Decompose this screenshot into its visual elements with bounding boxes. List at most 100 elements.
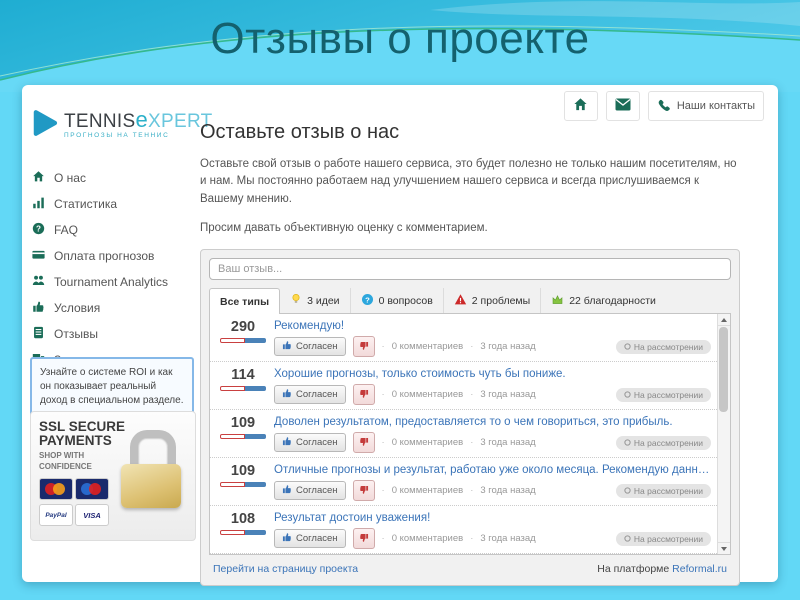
- tab-ideas[interactable]: 3 идеи: [280, 288, 349, 313]
- roi-info-box[interactable]: Узнайте о системе ROI и как он показывае…: [30, 357, 194, 417]
- platform-credit: На платформе Reformal.ru: [597, 563, 727, 575]
- vote-block: 109: [212, 462, 274, 487]
- credit-card-icon: [32, 248, 45, 264]
- agree-button[interactable]: Согласен: [274, 481, 346, 500]
- feedback-meta: Согласен · 0 комментариев · 3 года: [274, 432, 711, 453]
- agree-button[interactable]: Согласен: [274, 529, 346, 548]
- tab-all-types[interactable]: Все типы: [209, 288, 280, 314]
- status-badge: На рассмотрении: [616, 388, 711, 402]
- thumb-up-icon: [282, 388, 292, 401]
- status-badge: На рассмотрении: [616, 484, 711, 498]
- thumb-down-icon: [359, 339, 369, 354]
- feedback-row: 114 Хорошие прогнозы, только стоимость ч…: [210, 362, 717, 410]
- vote-count: 108: [212, 511, 274, 527]
- vote-block: 108: [212, 510, 274, 535]
- tab-questions[interactable]: ? 0 вопросов: [350, 288, 443, 313]
- sidebar-item-payment[interactable]: Оплата прогнозов: [30, 243, 195, 269]
- tab-label: 22 благодарности: [569, 295, 656, 307]
- tab-problems[interactable]: 2 проблемы: [443, 288, 540, 313]
- sidebar-item-faq[interactable]: ? FAQ: [30, 217, 195, 243]
- main-content: Оставьте отзыв о нас Оставьте свой отзыв…: [200, 121, 740, 586]
- play-triangle-icon: [30, 107, 60, 144]
- sidebar-item-about[interactable]: О нас: [30, 165, 195, 191]
- vote-bar-negative: [220, 482, 245, 487]
- tab-label: 3 идеи: [307, 295, 339, 307]
- visa-label: VISA: [83, 511, 101, 520]
- sidebar-item-reviews[interactable]: Отзывы: [30, 321, 195, 347]
- page-title: Оставьте отзыв о нас: [200, 121, 740, 144]
- tab-label: 0 вопросов: [379, 295, 433, 307]
- paypal-icon: PayPal: [39, 504, 73, 526]
- disagree-button[interactable]: [353, 384, 375, 405]
- logo-text: TENNISeXPERT ПРОГНОЗЫ НА ТЕННИС: [64, 107, 213, 139]
- feedback-meta: Согласен · 0 комментариев · 3 года: [274, 384, 711, 405]
- meta-separator: ·: [470, 341, 473, 352]
- thumb-down-icon: [359, 483, 369, 498]
- feedback-row: 109 Отличные прогнозы и результат, работ…: [210, 458, 717, 506]
- home-button[interactable]: [564, 91, 598, 121]
- feedback-title-link[interactable]: Хорошие прогнозы, только стоимость чуть …: [274, 367, 711, 381]
- feedback-title-link[interactable]: Рекомендую!: [274, 319, 711, 333]
- meta-separator: ·: [382, 533, 385, 544]
- vote-bar-positive: [245, 482, 266, 487]
- vote-bar-negative: [220, 338, 245, 343]
- feedback-title-link[interactable]: Результат достоин уважения!: [274, 511, 711, 525]
- roi-note-text: Узнайте о системе ROI и как он показывае…: [40, 367, 183, 406]
- thumb-down-icon: [359, 435, 369, 450]
- sidebar-item-statistics[interactable]: Статистика: [30, 191, 195, 217]
- project-page-link[interactable]: Перейти на страницу проекта: [213, 563, 358, 575]
- paypal-label: PayPal: [45, 512, 66, 519]
- site-logo[interactable]: TENNISeXPERT ПРОГНОЗЫ НА ТЕННИС: [30, 107, 213, 144]
- disagree-button[interactable]: [353, 480, 375, 501]
- scrollbar-thumb[interactable]: [719, 327, 728, 412]
- topbar: Наши контакты: [564, 91, 764, 121]
- question-circle-icon: ?: [32, 222, 45, 238]
- feedback-title-link[interactable]: Доволен результатом, предоставляется то …: [274, 415, 711, 429]
- feedback-title-link[interactable]: Отличные прогнозы и результат, работаю у…: [274, 463, 711, 477]
- disagree-button[interactable]: [353, 432, 375, 453]
- feedback-meta: Согласен · 0 комментариев · 3 года: [274, 480, 711, 501]
- padlock-icon: [121, 430, 185, 508]
- comments-count: 0 комментариев: [392, 341, 464, 352]
- scroll-down-arrow[interactable]: [718, 542, 730, 554]
- vote-count: 290: [212, 319, 274, 335]
- vote-count: 109: [212, 463, 274, 479]
- vote-bar-positive: [245, 434, 266, 439]
- intro-paragraph-2: Просим давать объективную оценку с комме…: [200, 220, 740, 237]
- sidebar-item-label: Статистика: [54, 197, 117, 211]
- agree-button-label: Согласен: [296, 533, 338, 544]
- sidebar-item-terms[interactable]: Условия: [30, 295, 195, 321]
- visa-icon: VISA: [75, 504, 109, 526]
- feedback-age: 3 года назад: [480, 485, 535, 496]
- scroll-up-arrow[interactable]: [718, 314, 730, 326]
- feedback-list-container: 290 Рекомендую! Согласен: [209, 313, 731, 555]
- feedback-age: 3 года назад: [480, 533, 535, 544]
- feedback-row: 107 Скорее бы начало сезона)))) Согласен: [210, 554, 717, 555]
- svg-text:?: ?: [365, 295, 370, 304]
- contacts-button[interactable]: Наши контакты: [648, 91, 764, 121]
- tab-thanks[interactable]: 22 благодарности: [540, 288, 666, 313]
- thumb-up-icon: [282, 340, 292, 353]
- bar-chart-icon: [32, 196, 45, 212]
- home-icon: [573, 97, 588, 115]
- review-input[interactable]: [209, 258, 731, 280]
- mail-button[interactable]: [606, 91, 640, 121]
- list-scrollbar[interactable]: [717, 314, 730, 554]
- reformal-link[interactable]: Reformal.ru: [672, 563, 727, 575]
- feedback-body: Рекомендую! Согласен: [274, 318, 711, 357]
- agree-button[interactable]: Согласен: [274, 433, 346, 452]
- disagree-button[interactable]: [353, 528, 375, 549]
- status-label: На рассмотрении: [634, 390, 703, 400]
- agree-button[interactable]: Согласен: [274, 337, 346, 356]
- vote-bar: [220, 434, 266, 439]
- feedback-meta: Согласен · 0 комментариев · 3 года: [274, 528, 711, 549]
- agree-button[interactable]: Согласен: [274, 385, 346, 404]
- tab-label: Все типы: [220, 296, 269, 308]
- disagree-button[interactable]: [353, 336, 375, 357]
- sidebar-item-tournament-analytics[interactable]: Tournament Analytics: [30, 269, 195, 295]
- agree-button-label: Согласен: [296, 485, 338, 496]
- feedback-widget: Все типы 3 идеи ? 0 вопросов 2 проблемы: [200, 249, 740, 586]
- meta-separator: ·: [470, 485, 473, 496]
- meta-separator: ·: [470, 437, 473, 448]
- logo-part2: e: [135, 107, 148, 132]
